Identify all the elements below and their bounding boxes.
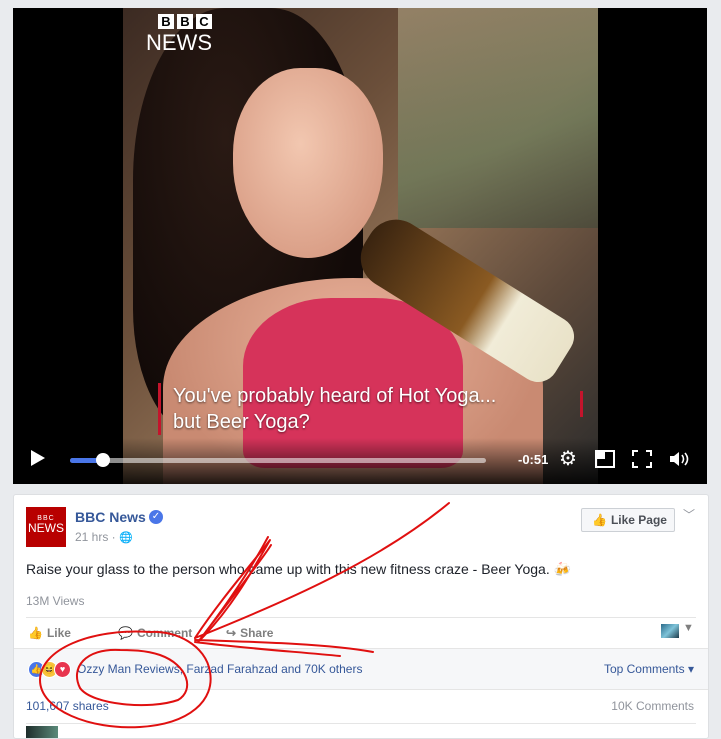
video-caption: You've probably heard of Hot Yoga... but… <box>158 383 496 435</box>
video-controls: -0:51 ⚙ <box>13 438 707 484</box>
avatar[interactable]: BBC NEWS <box>26 507 66 547</box>
post-timestamp[interactable]: 21 hrs · <box>75 530 116 544</box>
comment-icon: 💬 <box>118 626 133 640</box>
shares-link[interactable]: 101,607 shares <box>26 699 109 713</box>
volume-icon[interactable] <box>668 450 692 473</box>
seek-handle[interactable] <box>96 453 111 467</box>
post-actions: 👍 Like 💬 Comment ↪ Share ▼ <box>26 617 696 646</box>
thumbs-up-icon: 👍 <box>28 626 43 640</box>
love-reaction-icon[interactable]: ♥ <box>54 661 71 678</box>
fullscreen-icon[interactable] <box>632 450 652 473</box>
globe-icon: 🌐 <box>119 532 133 544</box>
play-icon[interactable] <box>31 450 45 466</box>
commenter-avatar[interactable] <box>26 726 58 738</box>
reactors-link[interactable]: Ozzy Man Reviews, Farzad Farahzad and 70… <box>77 662 362 676</box>
seek-bar[interactable] <box>70 453 486 467</box>
share-button[interactable]: ↪ Share <box>226 626 273 640</box>
settings-icon[interactable]: ⚙ <box>559 448 577 470</box>
reactions-bar: 👍 😆 ♥ Ozzy Man Reviews, Farzad Farahzad … <box>14 648 708 690</box>
comments-count[interactable]: 10K Comments <box>611 699 694 713</box>
comment-button[interactable]: 💬 Comment <box>118 626 192 640</box>
post-options-chevron-icon[interactable]: ﹀ <box>683 506 695 523</box>
pip-icon[interactable] <box>595 450 615 473</box>
view-count: 13M Views <box>26 594 85 608</box>
bbc-news-logo: BBC NEWS <box>146 14 212 55</box>
like-button[interactable]: 👍 Like <box>28 626 71 640</box>
chevron-down-icon[interactable]: ▼ <box>683 622 694 634</box>
top-comments-dropdown[interactable]: Top Comments ▾ <box>604 662 694 676</box>
thumbs-up-icon: 👍 <box>592 513 607 527</box>
like-page-button[interactable]: 👍 Like Page <box>581 508 675 532</box>
page-name-link[interactable]: BBC News <box>75 509 146 525</box>
video-player[interactable]: BBC NEWS You've probably heard of Hot Yo… <box>13 8 707 484</box>
post-card: BBC NEWS BBC News ✓ 21 hrs · 🌐 👍 Like Pag… <box>13 494 709 739</box>
verified-badge-icon: ✓ <box>149 510 163 524</box>
caption-accent-bar <box>580 391 583 417</box>
share-icon: ↪ <box>226 626 237 640</box>
post-text: Raise your glass to the person who came … <box>26 561 572 577</box>
time-remaining: -0:51 <box>518 452 549 467</box>
share-as-avatar[interactable] <box>661 624 679 638</box>
